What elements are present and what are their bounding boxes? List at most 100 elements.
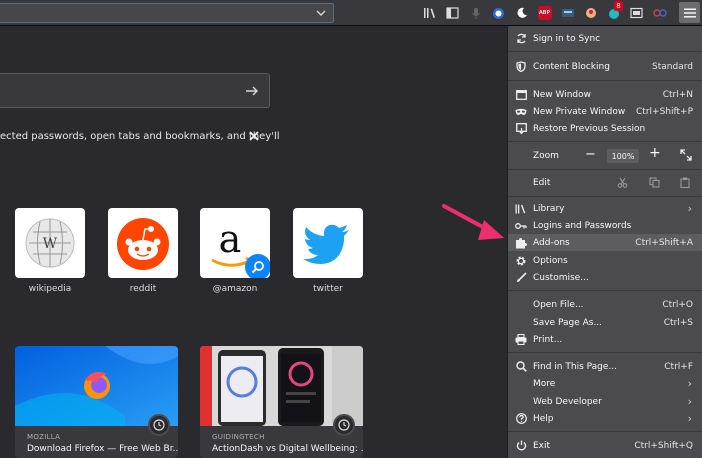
chevron-down-icon[interactable] (315, 7, 327, 19)
menu-new-private-window[interactable]: New Private Window Ctrl+Shift+P (508, 103, 702, 120)
pointer-arrow-icon (442, 204, 504, 240)
arrow-right-icon[interactable] (244, 83, 260, 99)
menu-shortcut: Ctrl+Shift+Q (634, 440, 693, 451)
divider (508, 290, 702, 291)
microphone-icon[interactable] (464, 0, 487, 26)
glasses-icon[interactable] (648, 0, 671, 26)
divider (508, 80, 702, 81)
top-site-label: twitter (313, 284, 343, 294)
menu-shortcut: Ctrl+N (662, 89, 693, 100)
sidebar-icon[interactable] (441, 0, 464, 26)
menu-new-window[interactable]: New Window Ctrl+N (508, 86, 702, 103)
reddit-icon (117, 218, 169, 270)
hamburger-menu-button[interactable] (679, 2, 700, 23)
zoom-in-button[interactable]: + (649, 145, 661, 161)
ext-badge-icon[interactable]: 8 (602, 0, 625, 26)
menu-label: Edit (533, 178, 551, 188)
menu-label: Sign in to Sync (533, 33, 601, 44)
divider (508, 352, 702, 353)
ext-icon[interactable] (556, 0, 579, 26)
close-icon[interactable] (247, 129, 261, 143)
menu-shortcut: Ctrl+Shift+A (635, 237, 693, 248)
browser-toolbar: ABP 8 (0, 0, 702, 26)
content-blocking-value: Standard (652, 61, 693, 72)
menu-label: Find in This Page... (533, 361, 617, 372)
top-site-label: wikipedia (28, 284, 72, 294)
top-site-amazon[interactable]: a (200, 208, 270, 278)
wikipedia-icon: W (25, 218, 75, 268)
menu-restore-session[interactable]: Restore Previous Session (508, 120, 702, 137)
menu-label: Help (533, 413, 554, 424)
shield-icon (515, 61, 527, 73)
menu-label: Options (533, 255, 568, 266)
menu-options[interactable]: Options (508, 252, 702, 269)
menu-sign-in-sync[interactable]: Sign in to Sync (508, 30, 702, 47)
menu-customise[interactable]: Customise... (508, 269, 702, 286)
menu-content-blocking[interactable]: Content Blocking Standard (508, 58, 702, 75)
url-bar[interactable] (0, 3, 334, 23)
top-site-reddit[interactable] (108, 208, 178, 278)
menu-add-ons[interactable]: Add-ons Ctrl+Shift+A (508, 234, 702, 251)
menu-shortcut: Ctrl+S (663, 317, 693, 328)
menu-exit[interactable]: Exit Ctrl+Shift+Q (508, 437, 702, 454)
menu-label: Add-ons (533, 237, 570, 248)
card-source: MOZILLA (27, 433, 61, 441)
menu-shortcut: Ctrl+O (662, 299, 693, 310)
menu-more[interactable]: More › (508, 375, 702, 392)
menu-label: Web Developer (533, 396, 602, 407)
menu-label: Zoom (533, 151, 559, 161)
search-input[interactable] (0, 73, 270, 108)
divider (508, 51, 702, 52)
clock-icon (333, 414, 355, 436)
svg-text:a: a (219, 217, 242, 261)
menu-find-in-page[interactable]: Find in This Page... Ctrl+F (508, 358, 702, 375)
puzzle-piece-icon (515, 237, 527, 249)
help-icon (515, 413, 527, 425)
menu-label: Exit (533, 440, 551, 451)
menu-open-file[interactable]: Open File... Ctrl+O (508, 296, 702, 313)
power-icon (515, 440, 527, 452)
library-icon[interactable] (418, 0, 441, 26)
menu-edit-row: Edit (508, 174, 702, 192)
menu-label: New Window (533, 89, 591, 100)
menu-label: Content Blocking (533, 61, 610, 72)
top-site-twitter[interactable] (293, 208, 363, 278)
menu-print[interactable]: Print... (508, 331, 702, 348)
highlight-card-guidingtech[interactable]: GUIDINGTECH ActionDash vs Digital Wellbe… (200, 346, 363, 458)
menu-save-page[interactable]: Save Page As... Ctrl+S (508, 314, 702, 331)
menu-logins-passwords[interactable]: Logins and Passwords (508, 217, 702, 234)
screenshot-icon[interactable] (625, 0, 648, 26)
restore-session-icon (515, 123, 527, 135)
ext-icon-2[interactable] (579, 0, 602, 26)
cut-icon[interactable] (617, 177, 628, 191)
highlight-card-mozilla[interactable]: MOZILLA Download Firefox — Free Web Br..… (15, 346, 178, 458)
zoom-out-button[interactable]: − (585, 147, 596, 162)
menu-label: Print... (533, 334, 563, 345)
adblock-icon[interactable]: ABP (533, 0, 556, 26)
paintbrush-icon (515, 272, 527, 284)
twitter-bird-icon (303, 224, 349, 264)
chevron-right-icon: › (687, 202, 692, 215)
divider (508, 141, 702, 142)
container-icon[interactable] (487, 0, 510, 26)
moon-icon[interactable] (510, 0, 533, 26)
menu-label: Restore Previous Session (533, 123, 646, 134)
menu-help[interactable]: Help › (508, 410, 702, 427)
menu-shortcut: Ctrl+F (664, 361, 693, 372)
adblock-label: ABP (537, 6, 552, 20)
menu-web-developer[interactable]: Web Developer › (508, 393, 702, 410)
top-site-wikipedia[interactable]: W (15, 208, 85, 278)
library-icon (515, 203, 527, 215)
menu-label: Customise... (533, 272, 589, 283)
copy-icon[interactable] (649, 177, 660, 191)
zoom-reset-button[interactable]: 100% (607, 149, 639, 163)
paste-icon[interactable] (680, 177, 690, 191)
hamburger-icon (683, 8, 696, 17)
fullscreen-icon[interactable] (680, 149, 692, 164)
divider (508, 196, 702, 197)
menu-library[interactable]: Library › (508, 200, 702, 217)
window-icon (515, 89, 527, 101)
chevron-right-icon: › (687, 395, 692, 408)
chevron-right-icon: › (687, 377, 692, 390)
menu-label: More (533, 378, 556, 389)
